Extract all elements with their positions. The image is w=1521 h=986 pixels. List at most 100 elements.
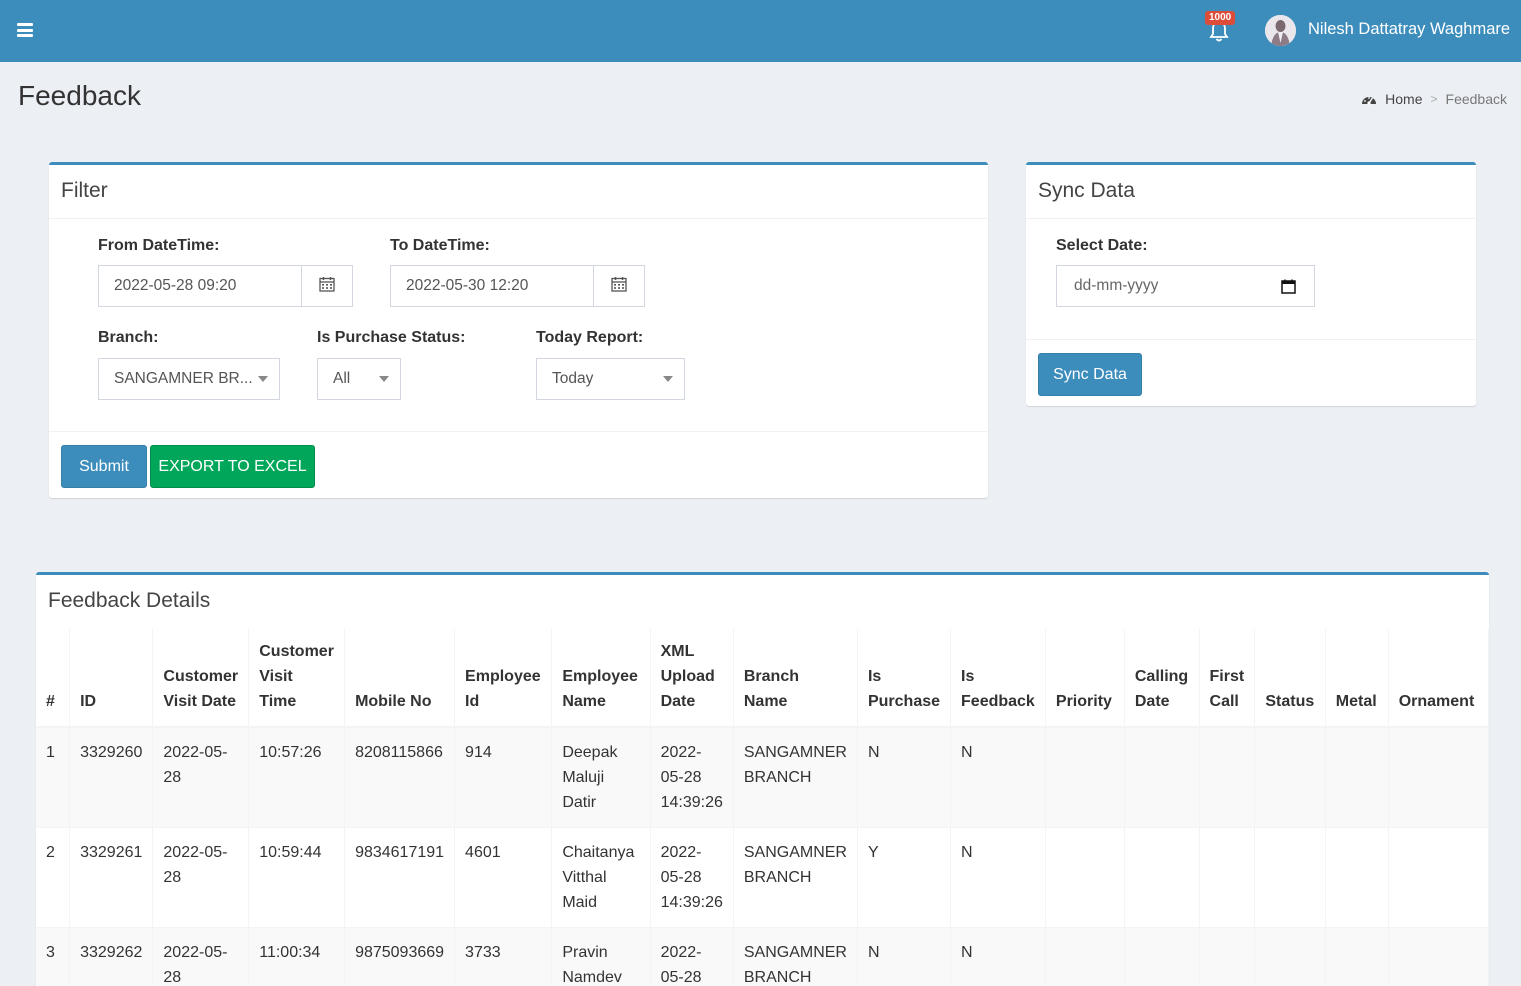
dashboard-icon [1361,92,1377,106]
table-cell: 2022-05-28 [152,827,250,928]
table-cell [1045,927,1125,986]
table-cell: 9875093669 [344,927,456,986]
column-header[interactable]: Mobile No [344,629,456,728]
chevron-down-icon [258,376,268,382]
table-cell [1325,827,1389,928]
table-cell: 3329262 [69,927,154,986]
column-header[interactable]: # [36,629,71,728]
column-header[interactable]: Customer Visit Date [152,629,250,728]
sync-data-panel: Sync Data Select Date: dd-mm-yyyy Sync D… [1026,162,1476,406]
calendar-icon [319,276,335,297]
column-header[interactable]: First Call [1199,629,1256,728]
column-header[interactable]: Priority [1045,629,1125,728]
table-cell: Chaitanya Vitthal Maid [551,827,651,928]
column-header[interactable]: Customer Visit Time [248,629,346,728]
today-report-label: Today Report: [536,329,644,346]
table-cell [1325,727,1389,828]
table-cell [1045,727,1125,828]
breadcrumb-separator: > [1430,92,1438,106]
today-report-select[interactable]: Today [536,358,685,400]
to-calendar-button[interactable] [593,265,645,307]
table-cell: 10:57:26 [248,727,346,828]
sync-date-placeholder: dd-mm-yyyy [1074,277,1159,294]
column-header[interactable]: Metal [1325,629,1389,728]
table-cell: SANGAMNER BRANCH [733,827,858,928]
purchase-status-select[interactable]: All [317,358,401,400]
column-header[interactable]: Employee Name [551,629,651,728]
today-report-value: Today [552,370,594,387]
feedback-details-title: Feedback Details [48,589,211,612]
column-header[interactable]: Is Purchase [857,629,952,728]
to-datetime-input[interactable]: 2022-05-30 12:20 [390,265,594,307]
breadcrumb: Home > Feedback [1361,91,1507,107]
table-cell [1388,927,1489,986]
calendar-icon [611,276,627,297]
column-header[interactable]: Employee Id [454,629,553,728]
from-calendar-button[interactable] [301,265,353,307]
table-cell: 3329260 [69,727,154,828]
table-cell: N [950,927,1046,986]
table-cell [1199,727,1256,828]
column-header[interactable]: Status [1254,629,1326,728]
table-cell: Pravin Namdev [551,927,651,986]
table-row: 3 3329262 2022-05-28 11:00:34 9875093669… [36,927,1489,986]
column-header[interactable]: Branch Name [733,629,858,728]
filter-panel-title: Filter [49,165,988,219]
user-avatar[interactable] [1265,15,1296,46]
breadcrumb-home-link[interactable]: Home [1385,91,1422,107]
column-header[interactable]: Is Feedback [950,629,1046,728]
chevron-down-icon [379,376,389,382]
sync-date-input[interactable]: dd-mm-yyyy [1056,265,1315,307]
column-header[interactable]: ID [69,629,154,728]
table-cell: 2022-05-28 [650,927,734,986]
table-cell: N [950,727,1046,828]
table-cell: 2022-05-28 14:39:26 [650,727,734,828]
to-datetime-label: To DateTime: [390,237,490,254]
table-cell: SANGAMNER BRANCH [733,927,858,986]
table-cell: 2 [36,827,71,928]
column-header[interactable]: XML Upload Date [650,629,734,728]
chevron-down-icon [663,376,673,382]
export-excel-button[interactable]: EXPORT TO EXCEL [150,445,315,488]
top-navbar: 1000 Nilesh Dattatray Waghmare [0,0,1521,62]
table-cell: N [857,927,952,986]
table-cell [1388,827,1489,928]
feedback-details-panel: Feedback Details # ID Customer Visit Dat… [36,572,1489,986]
user-name[interactable]: Nilesh Dattatray Waghmare [1308,20,1510,39]
table-row: 1 3329260 2022-05-28 10:57:26 8208115866… [36,727,1489,828]
table-row: 2 3329261 2022-05-28 10:59:44 9834617191… [36,827,1489,928]
table-cell [1388,727,1489,828]
table-cell: Y [857,827,952,928]
table-cell [1199,827,1256,928]
sync-footer: Sync Data [1026,339,1476,406]
branch-select[interactable]: SANGAMNER BR... [98,358,280,400]
table-cell [1325,927,1389,986]
column-header[interactable]: Calling Date [1124,629,1200,728]
table-cell: 914 [454,727,553,828]
purchase-status-label: Is Purchase Status: [317,329,466,346]
table-cell: 2022-05-28 14:39:26 [650,827,734,928]
sync-data-button[interactable]: Sync Data [1038,353,1142,396]
menu-toggle-icon[interactable] [17,23,33,37]
table-cell [1124,727,1200,828]
table-header-row: # ID Customer Visit Date Customer Visit … [36,629,1489,728]
from-datetime-input[interactable]: 2022-05-28 09:20 [98,265,302,307]
from-datetime-label: From DateTime: [98,237,220,254]
table-cell: 2022-05-28 [152,727,250,828]
sync-panel-title: Sync Data [1026,165,1476,219]
table-cell [1254,727,1326,828]
submit-button[interactable]: Submit [61,445,147,488]
column-header[interactable]: Ornament [1388,629,1489,728]
purchase-status-value: All [333,370,351,387]
table-cell: 2022-05-28 [152,927,250,986]
filter-footer: Submit EXPORT TO EXCEL [49,431,988,498]
calendar-icon[interactable] [1281,279,1296,299]
table-cell: N [950,827,1046,928]
table-cell [1124,827,1200,928]
notification-badge: 1000 [1205,11,1236,25]
feedback-table: # ID Customer Visit Date Customer Visit … [36,629,1489,986]
filter-panel: Filter From DateTime: 2022-05-28 09:20 T… [49,162,988,498]
table-cell: Deepak Maluji Datir [551,727,651,828]
table-cell: 10:59:44 [248,827,346,928]
table-cell [1045,827,1125,928]
